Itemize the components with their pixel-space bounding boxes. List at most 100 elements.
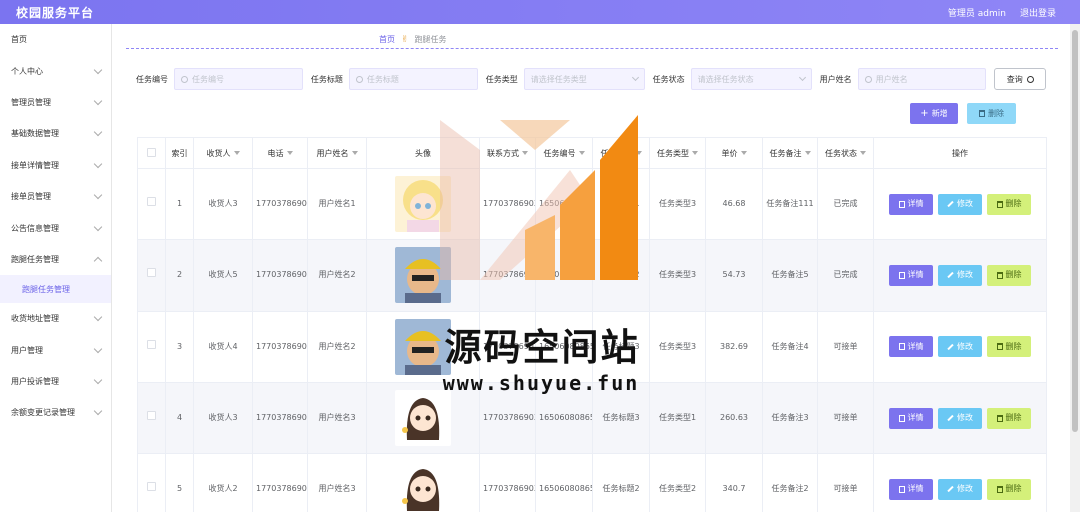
cell-task-type: 任务类型1 (649, 381, 706, 455)
cell-price: 260.63 (705, 381, 763, 455)
detail-button[interactable]: 详情 (889, 193, 933, 215)
delete-button[interactable]: 删除 (987, 193, 1031, 215)
row-checkbox[interactable] (147, 482, 156, 492)
chevron-down-icon (93, 128, 103, 137)
breadcrumb-home[interactable]: 首页 (379, 34, 395, 45)
header-contact[interactable]: 联系方式 (479, 137, 536, 169)
sidebar-item-home[interactable]: 首页 (0, 24, 111, 55)
chevron-down-icon (93, 375, 103, 385)
row-checkbox[interactable] (147, 339, 156, 349)
sort-icon (286, 151, 293, 155)
chevron-down-icon (93, 407, 103, 416)
batch-delete-button[interactable]: 删除 (967, 103, 1016, 124)
avatar (395, 390, 451, 447)
header-username[interactable]: 用户姓名 (307, 137, 367, 169)
detail-button[interactable]: 详情 (889, 336, 933, 358)
main-content: 首页 ✌ 跑腿任务 任务编号 任务编号 任务标题 任务标题 任务类型 请选择任务… (112, 24, 1070, 512)
task-status-select[interactable]: 请选择任务状态 (690, 68, 812, 90)
select-all-checkbox[interactable] (147, 147, 156, 157)
sidebar-item-basic-data[interactable]: 基础数据管理 (0, 118, 111, 149)
sort-icon (635, 151, 642, 155)
pencil-icon (947, 200, 954, 208)
search-icon (864, 75, 872, 83)
row-actions: 详情 修改 删除 (877, 478, 1043, 500)
sidebar-item-address[interactable]: 收货地址管理 (0, 303, 111, 334)
app-title: 校园服务平台 (16, 5, 95, 20)
sort-icon (740, 151, 747, 155)
row-checkbox[interactable] (147, 268, 156, 278)
breadcrumb: 首页 ✌ 跑腿任务 (379, 34, 447, 45)
sidebar-item-errand-task[interactable]: 跑腿任务管理 (0, 244, 111, 275)
delete-button[interactable]: 删除 (987, 264, 1031, 286)
sidebar-item-label: 公告信息管理 (11, 223, 59, 233)
header-price[interactable]: 单价 (705, 137, 763, 169)
cell-price: 54.73 (705, 239, 763, 312)
sidebar-item-complaint[interactable]: 用户投诉管理 (0, 366, 111, 397)
sidebar-item-admin[interactable]: 管理员管理 (0, 87, 111, 118)
header-task-type[interactable]: 任务类型 (649, 137, 706, 169)
header-task-title[interactable]: 任务标题 (592, 137, 650, 169)
task-no-input[interactable]: 任务编号 (174, 68, 303, 90)
avatar (395, 176, 451, 233)
edit-button[interactable]: 修改 (938, 407, 982, 429)
header-task-no[interactable]: 任务编号 (535, 137, 593, 169)
task-title-input[interactable]: 任务标题 (348, 68, 478, 90)
delete-button[interactable]: 删除 (987, 336, 1031, 358)
query-button[interactable]: 查询 (994, 68, 1046, 90)
logout-link[interactable]: 退出登录 (1020, 6, 1056, 19)
sort-icon (233, 151, 240, 155)
sidebar-subitem-errand-task[interactable]: 跑腿任务管理 (0, 275, 111, 304)
pencil-icon (947, 414, 954, 422)
sidebar-item-order-detail[interactable]: 接单详情管理 (0, 150, 111, 181)
edit-button[interactable]: 修改 (938, 336, 982, 358)
chevron-down-icon (93, 96, 103, 106)
cell-note: 任务备注4 (762, 310, 818, 383)
select-all-cell[interactable] (137, 137, 166, 169)
sidebar-item-courier[interactable]: 接单员管理 (0, 181, 111, 212)
watermark-title: 源码空间站 (444, 326, 640, 369)
cell-receiver: 收货人4 (193, 310, 253, 383)
sidebar-item-label: 收货地址管理 (11, 314, 59, 324)
document-icon (898, 343, 905, 351)
row-checkbox[interactable] (147, 197, 156, 207)
cell-index: 4 (165, 381, 194, 455)
detail-button[interactable]: 详情 (889, 478, 933, 500)
detail-button[interactable]: 详情 (889, 264, 933, 286)
task-type-select[interactable]: 请选择任务类型 (523, 68, 645, 90)
cell-receiver: 收货人3 (193, 167, 253, 241)
scrollbar-thumb[interactable] (1072, 30, 1078, 432)
row-actions: 详情 修改 删除 (877, 336, 1043, 358)
cell-note: 任务备注5 (762, 239, 818, 312)
trash-icon (996, 343, 1003, 351)
trash-icon (979, 110, 985, 117)
sort-icon (692, 151, 698, 155)
detail-button[interactable]: 详情 (889, 407, 933, 429)
header-status[interactable]: 任务状态 (817, 137, 874, 169)
delete-button[interactable]: 删除 (987, 407, 1031, 429)
header-phone[interactable]: 电话 (252, 137, 308, 169)
user-name-input[interactable]: 用户姓名 (857, 68, 987, 90)
table-row: 1 收货人3 17703786903 用户姓名1 17703786903 165… (137, 167, 1047, 241)
edit-button[interactable]: 修改 (938, 478, 982, 500)
page-scrollbar[interactable] (1070, 24, 1080, 512)
table-row: 2 收货人5 17703786905 用户姓名2 17703786902 165… (137, 239, 1047, 312)
edit-button[interactable]: 修改 (938, 264, 982, 286)
sort-icon (351, 151, 358, 155)
sidebar-item-label: 接单员管理 (11, 192, 51, 202)
header-receiver[interactable]: 收货人 (193, 137, 253, 169)
sidebar-item-user[interactable]: 用户管理 (0, 335, 111, 366)
cell-task-type: 任务类型2 (649, 453, 706, 512)
cell-price: 46.68 (705, 167, 763, 241)
add-button[interactable]: + 新增 (910, 103, 958, 124)
header-note[interactable]: 任务备注 (762, 137, 818, 169)
edit-button[interactable]: 修改 (938, 193, 982, 215)
cell-username: 用户姓名3 (307, 381, 367, 455)
sidebar-item-profile[interactable]: 个人中心 (0, 55, 111, 86)
sidebar-item-label: 个人中心 (11, 66, 43, 76)
delete-button[interactable]: 删除 (987, 478, 1031, 500)
sidebar-item-notice[interactable]: 公告信息管理 (0, 212, 111, 243)
cell-task-no: 165060808652211 (535, 453, 593, 512)
sidebar-item-balance-log[interactable]: 余额变更记录管理 (0, 397, 111, 428)
row-checkbox[interactable] (147, 411, 156, 421)
cell-status: 已完成 (817, 167, 874, 241)
